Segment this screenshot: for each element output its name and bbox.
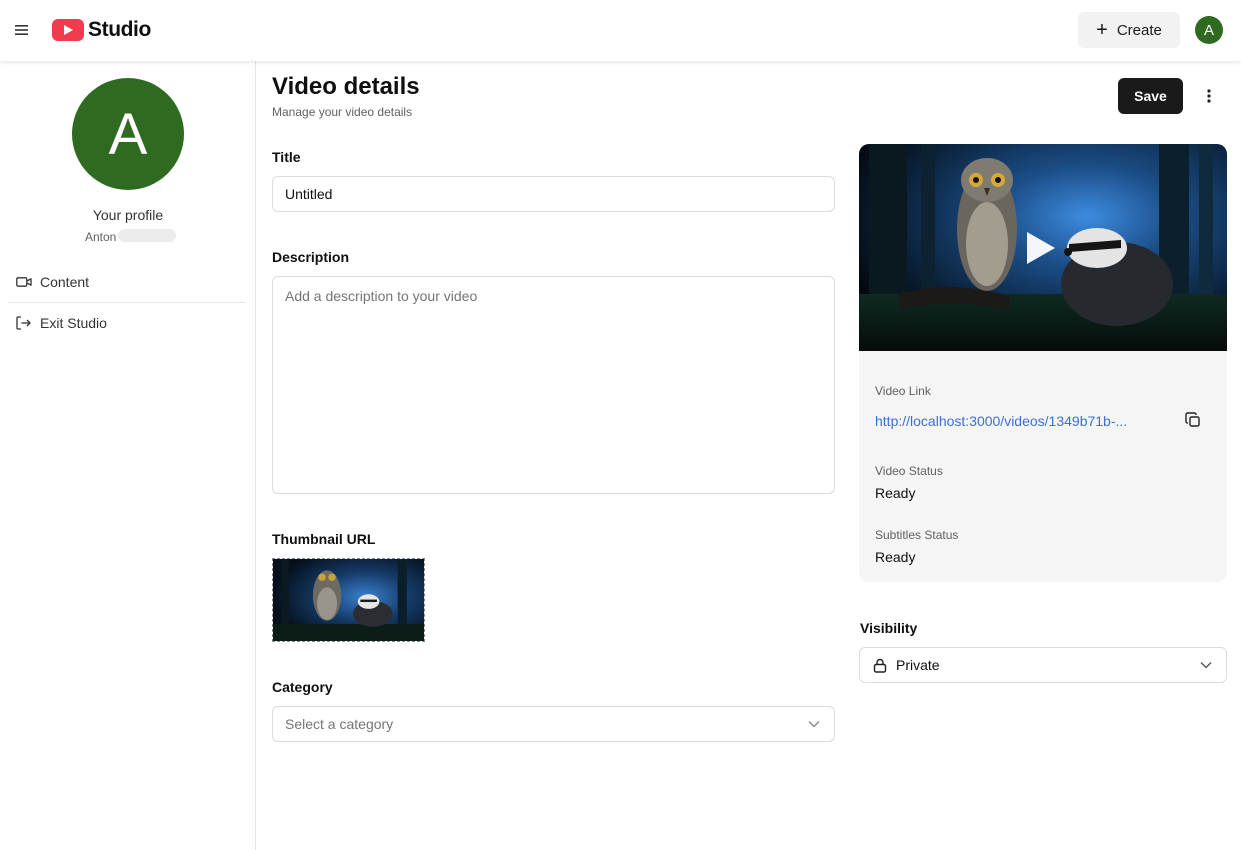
sidebar-item-label: Content [40, 274, 90, 290]
thumbnail-image[interactable] [272, 558, 425, 642]
profile-avatar[interactable]: A [72, 78, 184, 190]
description-textarea[interactable]: Add a description to your video [272, 276, 835, 494]
video-player[interactable] [859, 144, 1227, 351]
visibility-select[interactable]: Private [859, 647, 1227, 683]
description-placeholder: Add a description to your video [285, 288, 478, 304]
video-camera-icon [16, 277, 32, 287]
header-avatar[interactable]: A [1195, 16, 1223, 44]
video-info-card: Video Link http://localhost:3000/videos/… [859, 144, 1227, 582]
thumbnail-label: Thumbnail URL [272, 531, 376, 547]
more-options-icon[interactable] [1198, 84, 1220, 108]
create-button-label: Create [1116, 21, 1162, 39]
play-logo-icon [52, 19, 84, 41]
sidebar: A Your profile Anton Content Exit Studio [0, 61, 256, 850]
page-subtitle: Manage your video details [272, 105, 413, 119]
subtitles-status-value: Ready [875, 549, 916, 565]
sidebar-divider [8, 302, 246, 303]
hamburger-menu-icon[interactable] [10, 18, 34, 42]
top-header: Studio + Create A [0, 0, 1241, 61]
video-status-label: Video Status [875, 464, 943, 478]
redacted-name-blur [118, 229, 176, 242]
sidebar-item-label: Exit Studio [40, 315, 107, 331]
video-link[interactable]: http://localhost:3000/videos/1349b71b-..… [875, 413, 1127, 429]
category-placeholder: Select a category [285, 716, 394, 732]
visibility-value: Private [896, 657, 940, 673]
profile-name: Anton [85, 230, 117, 244]
save-button[interactable]: Save [1118, 78, 1183, 114]
description-label: Description [272, 249, 350, 265]
chevron-down-icon [1200, 662, 1212, 669]
title-input[interactable]: Untitled [272, 176, 835, 212]
studio-logo[interactable]: Studio [52, 18, 151, 42]
sidebar-item-exit-studio[interactable]: Exit Studio [16, 313, 107, 333]
video-status-value: Ready [875, 485, 916, 501]
logo-text: Studio [88, 18, 151, 41]
category-label: Category [272, 679, 333, 695]
exit-icon [16, 316, 31, 330]
subtitles-status-label: Subtitles Status [875, 528, 959, 542]
sidebar-item-content[interactable]: Content [16, 272, 89, 292]
page-title: Video details [272, 73, 420, 100]
video-link-label: Video Link [875, 384, 931, 398]
title-input-value: Untitled [285, 186, 333, 202]
title-label: Title [272, 149, 301, 165]
copy-icon[interactable] [1185, 412, 1201, 428]
profile-label: Your profile [92, 207, 164, 223]
category-select[interactable]: Select a category [272, 706, 835, 742]
chevron-down-icon [808, 721, 820, 728]
visibility-label: Visibility [860, 620, 918, 636]
plus-icon: + [1096, 19, 1108, 41]
lock-icon [873, 658, 887, 673]
create-button[interactable]: + Create [1078, 12, 1180, 48]
